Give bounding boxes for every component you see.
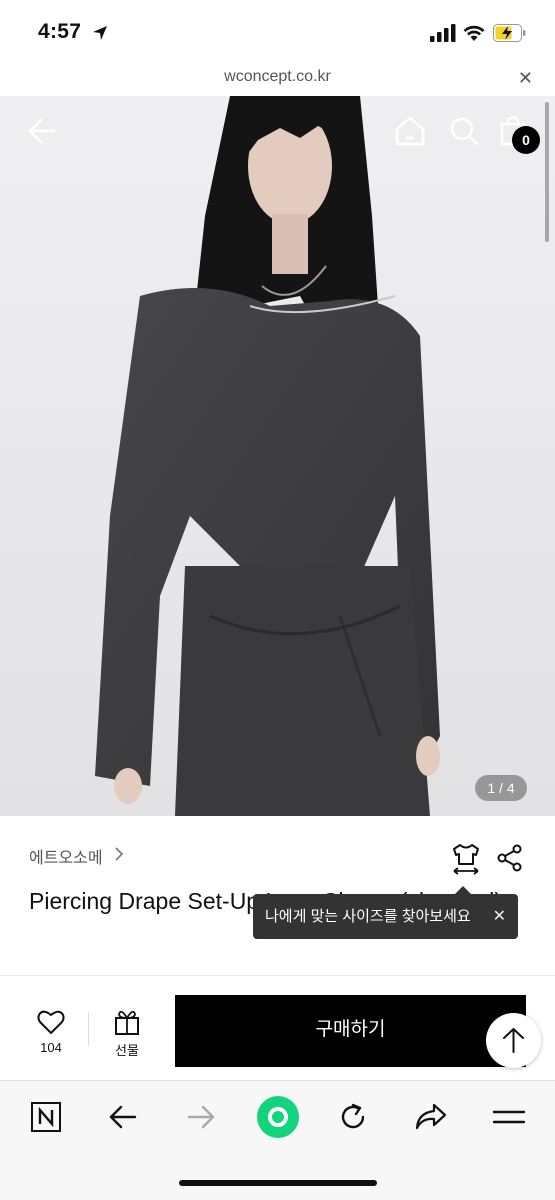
divider	[88, 1012, 89, 1046]
home-indicator	[179, 1180, 377, 1186]
size-tooltip[interactable]: 나에게 맞는 사이즈를 찾아보세요 ✕	[253, 886, 518, 939]
back-arrow-icon[interactable]	[26, 114, 60, 148]
url-bar[interactable]: wconcept.co.kr ✕	[0, 62, 555, 96]
browser-back-icon[interactable]	[107, 1101, 139, 1133]
scroll-top-icon	[503, 1028, 524, 1053]
close-icon[interactable]: ✕	[493, 894, 506, 939]
size-guide-icon[interactable]	[450, 842, 482, 876]
battery-charging-icon	[493, 24, 526, 42]
buy-button[interactable]: 구매하기	[175, 995, 526, 1067]
search-icon[interactable]	[448, 114, 480, 148]
status-bar: 4:57	[0, 0, 555, 62]
reload-icon[interactable]	[337, 1101, 369, 1133]
image-scrollbar	[545, 102, 549, 242]
menu-icon[interactable]	[492, 1101, 526, 1133]
product-photo	[0, 96, 555, 816]
gift-label[interactable]: 선물	[102, 1040, 152, 1059]
divider	[0, 975, 555, 976]
cart-count-badge[interactable]: 0	[512, 126, 540, 154]
location-arrow-icon	[93, 26, 107, 40]
home-icon[interactable]	[394, 114, 426, 148]
naver-n-icon[interactable]	[30, 1101, 62, 1133]
close-icon[interactable]: ✕	[518, 68, 533, 89]
share-icon[interactable]	[496, 844, 524, 872]
like-count: 104	[40, 1040, 62, 1055]
heart-icon[interactable]	[37, 1009, 65, 1035]
gift-icon[interactable]	[113, 1008, 141, 1036]
green-dot-icon[interactable]	[256, 1095, 300, 1139]
share-arrow-icon[interactable]	[414, 1101, 448, 1133]
brand-link[interactable]: 에트오소메	[29, 844, 103, 868]
browser-forward-icon[interactable]	[185, 1101, 217, 1133]
product-image-carousel[interactable]: 0 1 / 4	[0, 96, 555, 816]
scroll-top-button[interactable]	[486, 1013, 541, 1068]
tooltip-text[interactable]: 나에게 맞는 사이즈를 찾아보세요	[265, 908, 471, 925]
cellular-signal-icon	[430, 24, 456, 42]
status-time: 4:57	[38, 20, 82, 43]
chevron-right-icon[interactable]	[114, 846, 124, 862]
wifi-icon	[463, 25, 485, 41]
page-indicator: 1 / 4	[475, 775, 527, 801]
url-text[interactable]: wconcept.co.kr	[0, 68, 555, 86]
